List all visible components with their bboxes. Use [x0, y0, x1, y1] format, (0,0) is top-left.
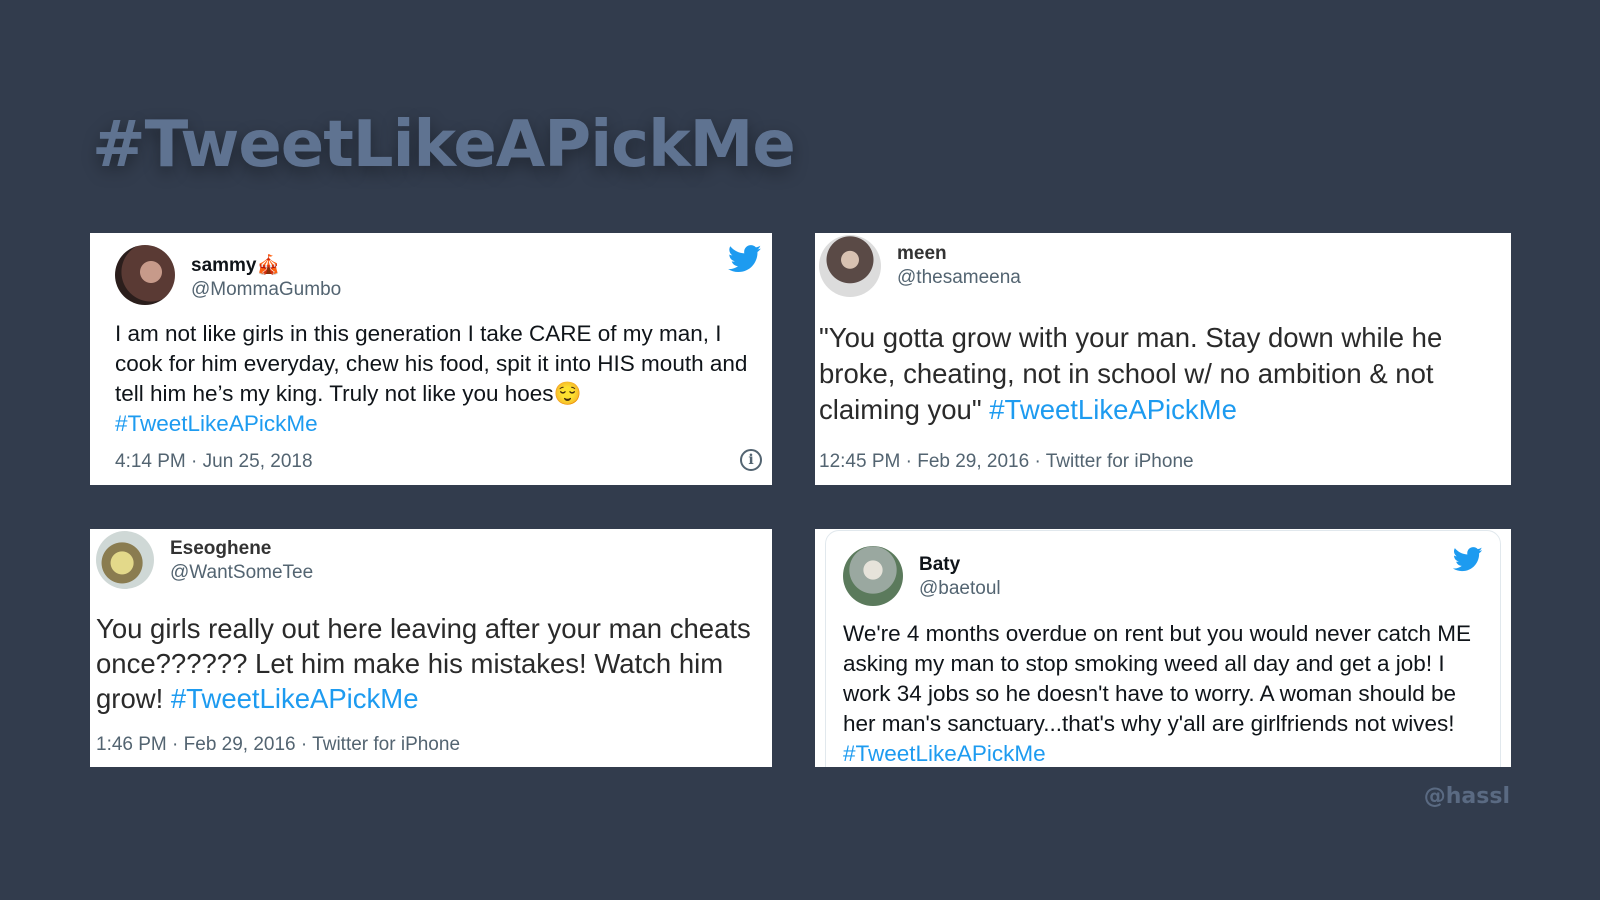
tweet-header: Eseoghene @WantSomeTee	[96, 531, 313, 589]
tweet-body: We're 4 months overdue on rent but you w…	[843, 621, 1471, 736]
avatar[interactable]	[819, 235, 881, 297]
tweet-timestamp[interactable]: 4:14 PM · Jun 25, 2018	[115, 451, 313, 473]
tweet-author[interactable]: Baty @baetoul	[919, 546, 1001, 600]
twitter-bird-icon[interactable]	[728, 245, 762, 273]
display-name: Baty	[919, 554, 961, 575]
tweet-card-baetoul[interactable]: Baty @baetoul We're 4 months overdue on …	[815, 529, 1511, 767]
tweet-author[interactable]: sammy🎪 @MommaGumbo	[191, 245, 341, 301]
user-handle: @thesameena	[897, 267, 1021, 288]
tweet-card-wantsometee[interactable]: Eseoghene @WantSomeTee You girls really …	[90, 529, 772, 767]
name-emoji: 🎪	[256, 255, 281, 276]
tweet-header: Baty @baetoul	[843, 546, 1001, 606]
display-name: meen	[897, 243, 947, 264]
tweet-card-mommagumbo[interactable]: sammy🎪 @MommaGumbo I am not like girls i…	[90, 233, 772, 485]
info-icon[interactable]: i	[740, 449, 762, 471]
user-handle: @MommaGumbo	[191, 279, 342, 300]
watermark: @hassl	[1423, 784, 1510, 809]
avatar[interactable]	[96, 531, 154, 589]
hashtag-link[interactable]: #TweetLikeAPickMe	[171, 683, 419, 714]
tweet-author[interactable]: meen @thesameena	[897, 235, 1021, 289]
tweet-header: sammy🎪 @MommaGumbo	[115, 245, 341, 305]
twitter-bird-icon[interactable]	[1453, 547, 1483, 572]
hashtag-link[interactable]: #TweetLikeAPickMe	[843, 741, 1046, 766]
tweet-header: meen @thesameena	[819, 235, 1021, 297]
user-handle: @baetoul	[919, 578, 1001, 599]
tweet-timestamp[interactable]: 1:46 PM · Feb 29, 2016 · Twitter for iPh…	[96, 734, 460, 756]
tweet-text: You girls really out here leaving after …	[96, 611, 772, 716]
avatar[interactable]	[115, 245, 175, 305]
tweet-text: We're 4 months overdue on rent but you w…	[843, 619, 1483, 767]
tweet-author[interactable]: Eseoghene @WantSomeTee	[170, 531, 313, 584]
tweet-text: "You gotta grow with your man. Stay down…	[819, 320, 1509, 428]
user-handle: @WantSomeTee	[170, 562, 314, 583]
tweet-timestamp[interactable]: 12:45 PM · Feb 29, 2016 · Twitter for iP…	[819, 451, 1194, 473]
display-name: sammy	[191, 255, 257, 276]
tweet-body: I am not like girls in this generation I…	[115, 321, 748, 406]
tweet-text: I am not like girls in this generation I…	[115, 319, 755, 439]
hashtag-link[interactable]: #TweetLikeAPickMe	[989, 394, 1237, 425]
display-name: Eseoghene	[170, 538, 272, 559]
avatar[interactable]	[843, 546, 903, 606]
page-title: #TweetLikeAPickMe	[92, 108, 796, 182]
tweet-card-thesameena[interactable]: meen @thesameena "You gotta grow with yo…	[815, 233, 1511, 485]
hashtag-link[interactable]: #TweetLikeAPickMe	[115, 411, 318, 436]
